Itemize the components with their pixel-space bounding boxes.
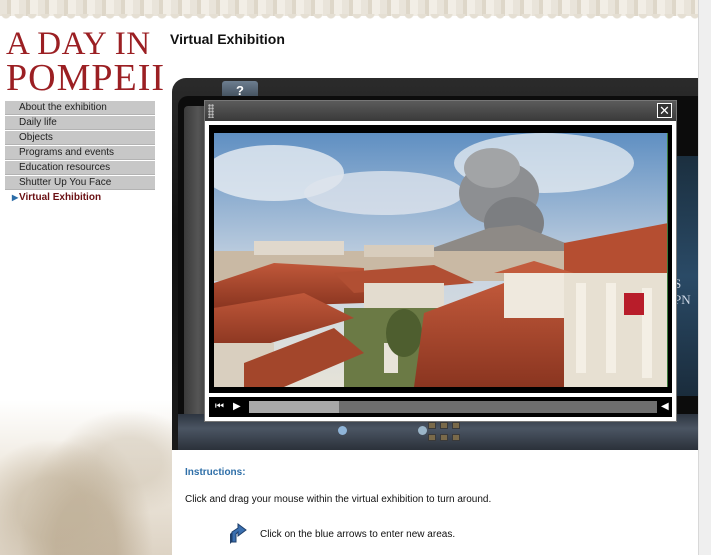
nav-item-programs[interactable]: Programs and events <box>5 146 155 160</box>
console-key <box>428 434 436 441</box>
video-frame <box>209 125 672 393</box>
nav-item-about[interactable]: About the exhibition <box>5 101 155 115</box>
nav-item-label: Virtual Exhibition <box>19 192 102 203</box>
seek-bar[interactable] <box>249 401 657 413</box>
viewer-side-text: S PN <box>674 276 691 307</box>
pompeii-scene-image <box>214 133 667 387</box>
console-knob <box>338 426 347 435</box>
viewer-right-panel: S PN <box>674 156 698 396</box>
blue-arrow-icon <box>230 523 247 544</box>
play-button[interactable]: ▶ <box>233 400 241 414</box>
logo-line-2: POMPEII <box>6 57 166 99</box>
rewind-button[interactable]: ⏮ <box>215 400 224 414</box>
seek-bar-progress <box>249 401 339 413</box>
page-title: Virtual Exhibition <box>170 31 285 47</box>
nav-item-daily-life[interactable]: Daily life <box>5 116 155 130</box>
nav-item-virtual-exhibition[interactable]: ▶ Virtual Exhibition <box>5 191 155 205</box>
right-scroll-strip <box>698 0 711 555</box>
video-popup[interactable]: ✕ ⏮ ▶ ◀ <box>204 100 677 422</box>
console-key <box>428 422 436 429</box>
nav-item-education[interactable]: Education resources <box>5 161 155 175</box>
instructions-heading: Instructions: <box>185 467 246 478</box>
console-knob <box>418 426 427 435</box>
instructions-drag-text: Click and drag your mouse within the vir… <box>185 494 492 505</box>
close-button[interactable]: ✕ <box>657 103 672 118</box>
console-key <box>440 422 448 429</box>
nav-item-objects[interactable]: Objects <box>5 131 155 145</box>
volume-icon[interactable]: ◀ <box>661 400 669 414</box>
popup-title-bar[interactable]: ✕ <box>205 101 676 121</box>
nav-item-shutter-up[interactable]: Shutter Up You Face <box>5 176 155 190</box>
active-arrow-icon: ▶ <box>12 193 19 202</box>
video-controls: ⏮ ▶ ◀ <box>209 397 672 417</box>
instructions-arrows-text: Click on the blue arrows to enter new ar… <box>260 529 456 540</box>
console-key <box>452 434 460 441</box>
sidebar-nav: About the exhibition Daily life Objects … <box>5 101 155 206</box>
torn-paper-edge <box>0 0 711 22</box>
video-screen[interactable] <box>214 133 668 387</box>
plaster-texture <box>0 400 172 555</box>
site-logo[interactable]: A DAY IN POMPEII <box>6 28 166 99</box>
drag-grip-icon[interactable] <box>208 104 214 118</box>
console-key <box>440 434 448 441</box>
console-key <box>452 422 460 429</box>
